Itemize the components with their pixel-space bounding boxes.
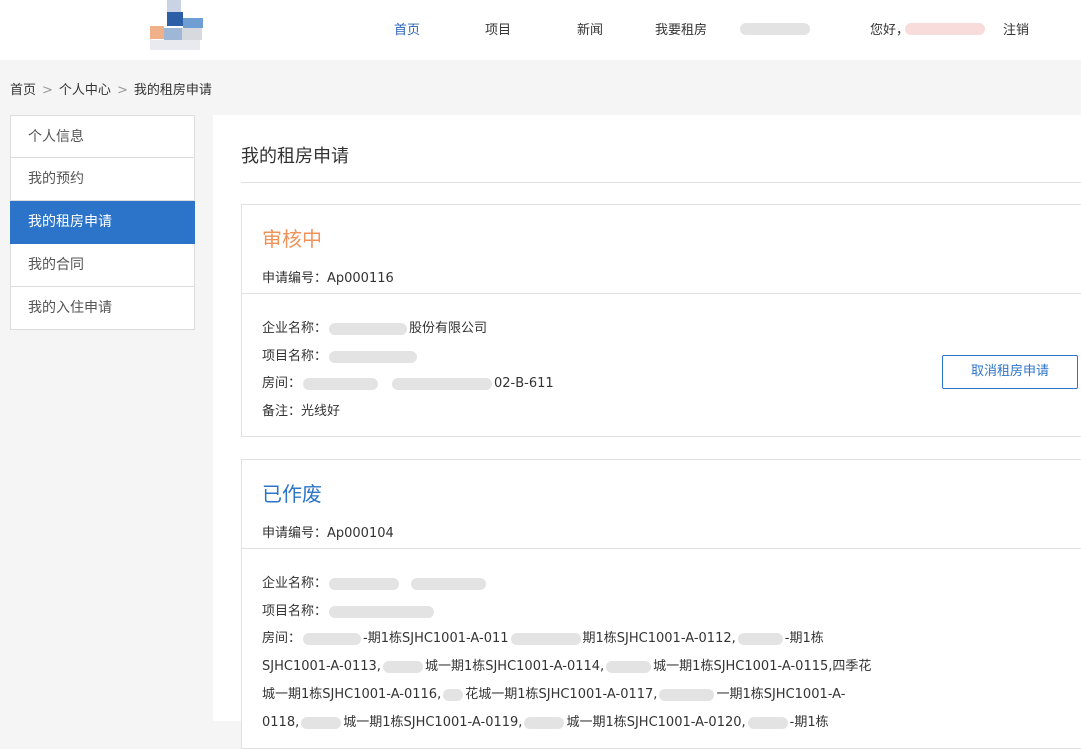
redacted-text [659, 688, 715, 701]
redacted-text [382, 660, 423, 673]
logo[interactable] [150, 0, 250, 50]
redacted-text [392, 377, 493, 390]
room-text: 城一期1栋SJHC1001-A-0120, [566, 715, 746, 730]
company-row: 企业名称： [262, 572, 488, 591]
nav-projects[interactable]: 项目 [485, 19, 511, 38]
top-bar: 首页 项目 新闻 我要租房 您好， 注销 [0, 0, 1081, 60]
status-badge: 审核中 [262, 227, 322, 251]
redacted-nav-item[interactable] [740, 23, 810, 35]
company-label: 企业名称： [262, 321, 328, 336]
redacted-text [411, 577, 487, 590]
room-text: 城一期1栋SJHC1001-A-0114, [424, 659, 605, 674]
room-line: SJHC1001-A-0113, 城一期1栋SJHC1001-A-0114, 城一期… [262, 655, 871, 674]
redacted-text [301, 716, 342, 729]
application-card: 审核中 申请编号：Ap000116 企业名称： 股份有限公司 项目名称： 房间： 0… [241, 204, 1081, 437]
redacted-text [329, 322, 408, 335]
divider [242, 293, 1081, 294]
redacted-text [606, 660, 652, 673]
room-label: 房间： [262, 631, 302, 646]
breadcrumb-separator: > [42, 83, 53, 98]
note-row: 备注：光线好 [262, 404, 341, 419]
room-text: -期1栋 [789, 715, 829, 730]
redacted-username [905, 23, 985, 35]
logout-link[interactable]: 注销 [1003, 19, 1029, 38]
sidebar: 个人信息 我的预约 我的租房申请 我的合同 我的入住申请 [10, 115, 195, 330]
breadcrumb-personal-center[interactable]: 个人中心 [59, 83, 111, 98]
project-label: 项目名称： [262, 604, 328, 619]
sidebar-item-appointments[interactable]: 我的预约 [10, 158, 195, 201]
redacted-text [747, 716, 788, 729]
main-panel: 我的租房申请 审核中 申请编号：Ap000116 企业名称： 股份有限公司 项目名… [213, 115, 1081, 749]
redacted-text [510, 632, 581, 645]
room-text: 0118, [262, 715, 300, 730]
project-label: 项目名称： [262, 349, 328, 364]
divider [241, 182, 1081, 183]
room-text: 期1栋SJHC1001-A-0112, [582, 631, 736, 646]
room-text: 城一期1栋SJHC1001-A-0115,四季花 [653, 659, 872, 674]
room-text: 一期1栋SJHC1001-A- [716, 687, 846, 702]
room-suffix: 02-B-611 [494, 376, 554, 391]
application-card: 已作废 申请编号：Ap000104 企业名称： 项目名称： 房间： -期1栋SJH… [241, 459, 1081, 749]
breadcrumb-separator: > [116, 83, 128, 98]
room-text: 城一期1栋SJHC1001-A-0119, [343, 715, 523, 730]
cancel-application-button[interactable]: 取消租房申请 [942, 355, 1078, 389]
room-text: SJHC1001-A-0113, [262, 659, 381, 674]
room-line: 房间： -期1栋SJHC1001-A-011 期1栋SJHC1001-A-0112,… [262, 627, 824, 646]
project-row: 项目名称： [262, 345, 419, 364]
breadcrumb-current: 我的租房申请 [133, 83, 212, 98]
sidebar-item-personal-info[interactable]: 个人信息 [10, 115, 195, 158]
room-label: 房间： [262, 376, 302, 391]
page-title: 我的租房申请 [241, 146, 349, 167]
redacted-text [737, 632, 783, 645]
room-row: 房间： 02-B-611 [262, 372, 554, 391]
room-text: 城一期1栋SJHC1001-A-0116, [262, 687, 442, 702]
breadcrumb: 首页 > 个人中心 > 我的租房申请 [10, 79, 212, 98]
nav-home[interactable]: 首页 [394, 19, 420, 38]
sidebar-item-checkin-applications[interactable]: 我的入住申请 [10, 287, 195, 330]
nav-rent[interactable]: 我要租房 [655, 19, 707, 38]
breadcrumb-home[interactable]: 首页 [10, 83, 36, 98]
room-text: 花城一期1栋SJHC1001-A-0117, [465, 687, 658, 702]
redacted-text [329, 605, 435, 618]
project-row: 项目名称： [262, 600, 436, 619]
room-line: 城一期1栋SJHC1001-A-0116, 花城一期1栋SJHC1001-A-01… [262, 683, 845, 702]
nav-news[interactable]: 新闻 [577, 19, 603, 38]
company-label: 企业名称： [262, 576, 328, 591]
room-text: -期1栋SJHC1001-A-011 [363, 631, 509, 646]
company-row: 企业名称： 股份有限公司 [262, 317, 487, 336]
room-text: -期1栋 [784, 631, 824, 646]
application-number: 申请编号：Ap000104 [262, 526, 394, 541]
redacted-text [303, 632, 362, 645]
application-number: 申请编号：Ap000116 [262, 271, 394, 286]
status-badge: 已作废 [262, 482, 322, 506]
redacted-text [524, 716, 565, 729]
sidebar-item-contracts[interactable]: 我的合同 [10, 244, 195, 287]
redacted-text [329, 577, 400, 590]
redacted-text [303, 377, 379, 390]
greeting: 您好， [870, 23, 910, 38]
divider [242, 548, 1081, 549]
redacted-text [329, 350, 418, 363]
company-suffix: 股份有限公司 [409, 321, 488, 336]
sidebar-item-rental-applications[interactable]: 我的租房申请 [10, 201, 195, 244]
redacted-text [443, 688, 464, 701]
